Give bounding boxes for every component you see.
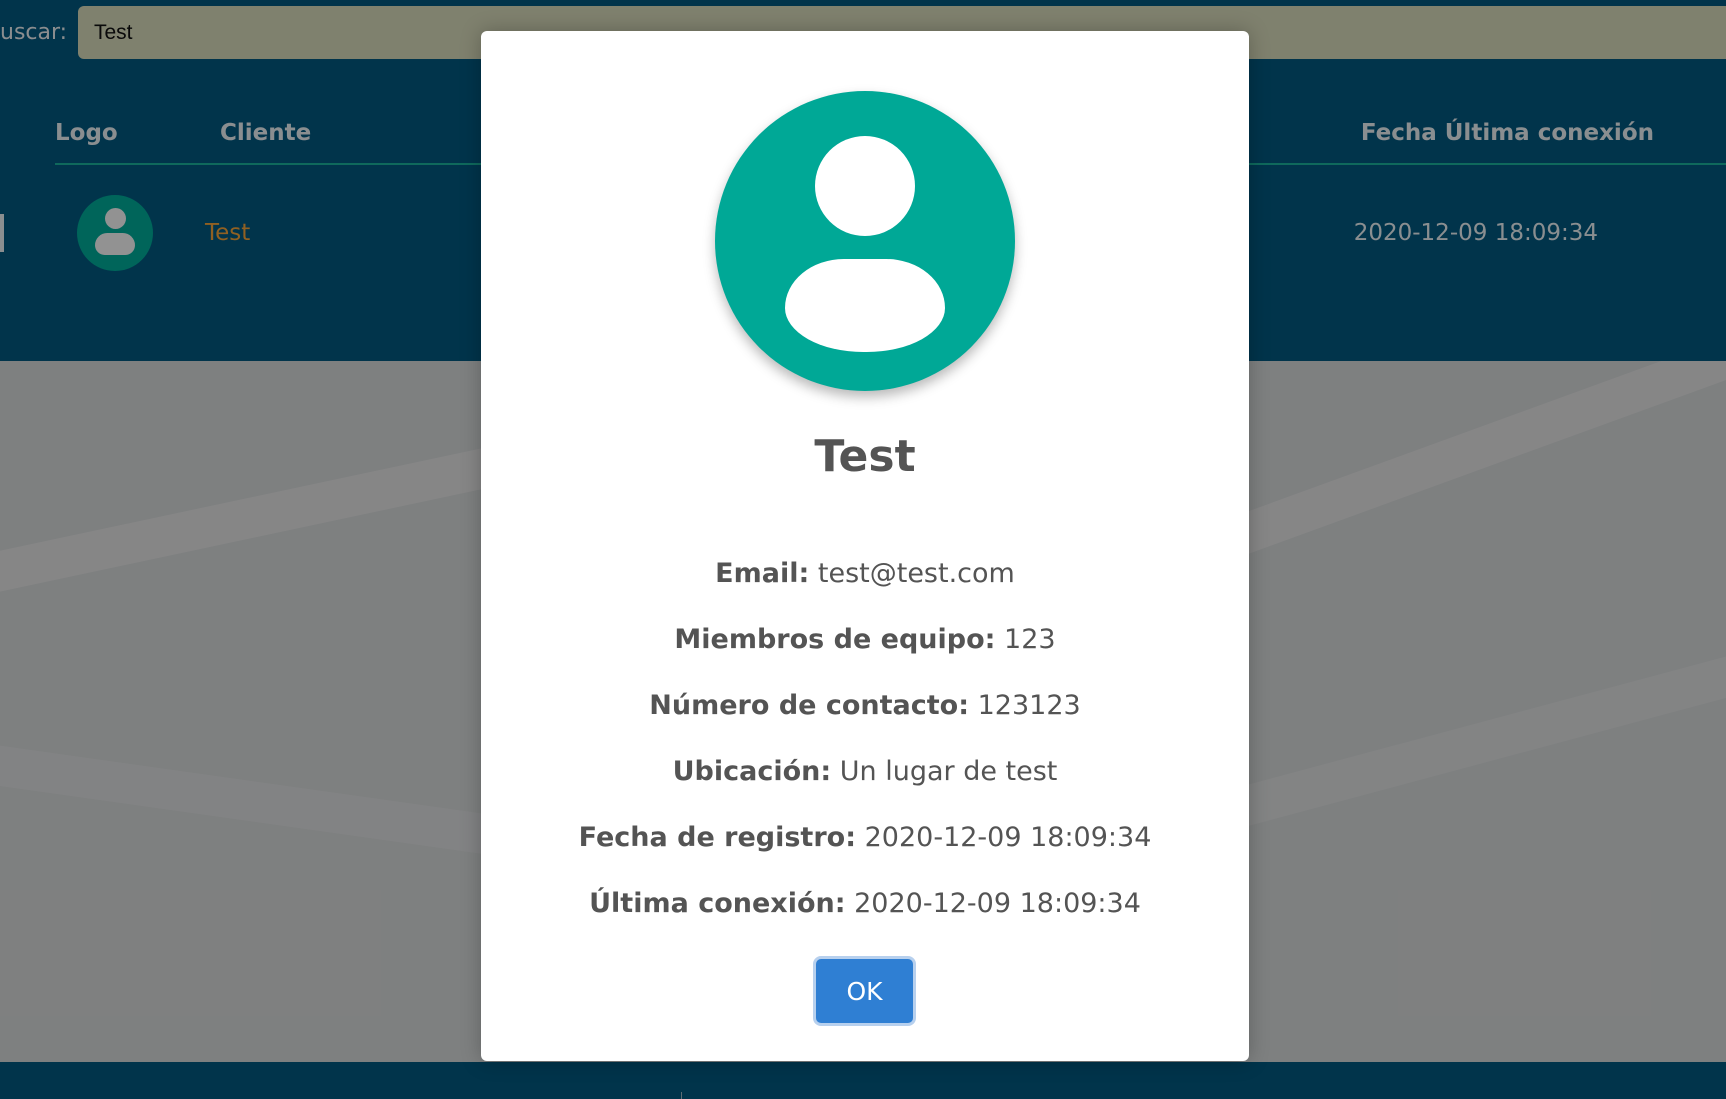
- info-location: Ubicación: Un lugar de test: [481, 739, 1249, 805]
- client-info-list: Email: test@test.com Miembros de equipo:…: [481, 541, 1249, 937]
- info-value: 123123: [977, 690, 1081, 721]
- ok-button[interactable]: OK: [816, 959, 913, 1023]
- info-label: Email:: [715, 558, 810, 589]
- info-label: Fecha de registro:: [578, 822, 857, 853]
- info-label: Miembros de equipo:: [674, 624, 996, 655]
- info-value: test@test.com: [817, 558, 1015, 589]
- info-last-connection: Última conexión: 2020-12-09 18:09:34: [481, 871, 1249, 937]
- user-avatar-icon: [715, 91, 1015, 391]
- info-contact-number: Número de contacto: 123123: [481, 673, 1249, 739]
- client-details-modal: Test Email: test@test.com Miembros de eq…: [481, 31, 1249, 1061]
- info-registration-date: Fecha de registro: 2020-12-09 18:09:34: [481, 805, 1249, 871]
- info-value: Un lugar de test: [839, 756, 1058, 787]
- modal-title: Test: [814, 431, 916, 482]
- info-team-members: Miembros de equipo: 123: [481, 607, 1249, 673]
- info-label: Última conexión:: [589, 888, 846, 919]
- info-email: Email: test@test.com: [481, 541, 1249, 607]
- info-label: Número de contacto:: [649, 690, 970, 721]
- info-label: Ubicación:: [672, 756, 832, 787]
- info-value: 2020-12-09 18:09:34: [864, 822, 1152, 853]
- info-value: 123: [1004, 624, 1056, 655]
- info-value: 2020-12-09 18:09:34: [854, 888, 1141, 919]
